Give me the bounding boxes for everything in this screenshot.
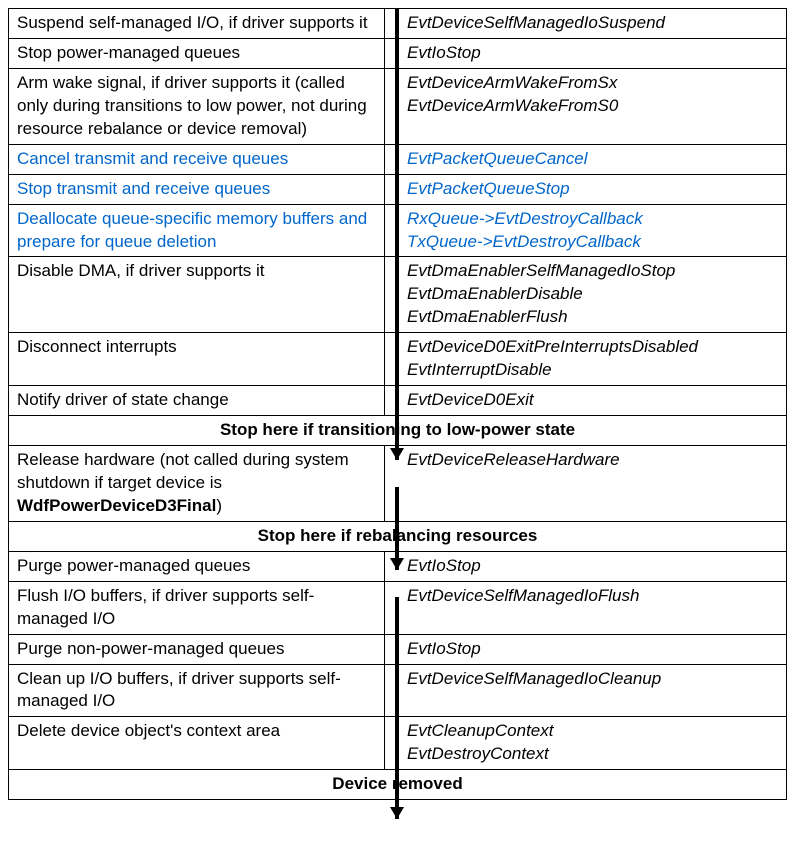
table-row: Stop power-managed queuesEvtIoStop [9, 39, 786, 69]
power-down-sequence-table: Suspend self-managed I/O, if driver supp… [8, 8, 787, 800]
stop-banner: Device removed [9, 770, 786, 799]
text: Release hardware (not called during syst… [17, 450, 349, 492]
table-row: Device removed [9, 770, 786, 799]
callback-name: EvtIoStop [385, 552, 786, 581]
table-row: Delete device object's context areaEvtCl… [9, 717, 786, 770]
stop-banner: Stop here if transitioning to low-power … [9, 416, 786, 445]
table-row: Clean up I/O buffers, if driver supports… [9, 665, 786, 718]
text: ) [216, 496, 222, 515]
table-row: Purge non-power-managed queuesEvtIoStop [9, 635, 786, 665]
stop-banner: Stop here if rebalancing resources [9, 522, 786, 551]
step-description: Disconnect interrupts [9, 333, 385, 385]
step-description: Cancel transmit and receive queues [9, 145, 385, 174]
table-row: Cancel transmit and receive queuesEvtPac… [9, 145, 786, 175]
callback-name: EvtDeviceSelfManagedIoCleanup [385, 665, 786, 717]
step-description: Release hardware (not called during syst… [9, 446, 385, 521]
table-row: Flush I/O buffers, if driver supports se… [9, 582, 786, 635]
callback-name: RxQueue->EvtDestroyCallbackTxQueue->EvtD… [385, 205, 786, 257]
table-row: Disconnect interruptsEvtDeviceD0ExitPreI… [9, 333, 786, 386]
step-description: Deallocate queue-specific memory buffers… [9, 205, 385, 257]
step-description: Disable DMA, if driver supports it [9, 257, 385, 332]
callback-name: EvtDeviceD0ExitPreInterruptsDisabledEvtI… [385, 333, 786, 385]
callback-name: EvtIoStop [385, 635, 786, 664]
callback-name: EvtDmaEnablerSelfManagedIoStopEvtDmaEnab… [385, 257, 786, 332]
table-row: Disable DMA, if driver supports itEvtDma… [9, 257, 786, 333]
callback-name: EvtDeviceSelfManagedIoFlush [385, 582, 786, 634]
table-row: Release hardware (not called during syst… [9, 446, 786, 522]
callback-name: EvtDeviceArmWakeFromSxEvtDeviceArmWakeFr… [385, 69, 786, 144]
step-description: Suspend self-managed I/O, if driver supp… [9, 9, 385, 38]
table-row: Stop transmit and receive queuesEvtPacke… [9, 175, 786, 205]
step-description: Flush I/O buffers, if driver supports se… [9, 582, 385, 634]
step-description: Notify driver of state change [9, 386, 385, 415]
step-description: Delete device object's context area [9, 717, 385, 769]
table-row: Deallocate queue-specific memory buffers… [9, 205, 786, 258]
callback-name: EvtPacketQueueStop [385, 175, 786, 204]
table-row: Suspend self-managed I/O, if driver supp… [9, 9, 786, 39]
step-description: Purge power-managed queues [9, 552, 385, 581]
step-description: Stop transmit and receive queues [9, 175, 385, 204]
step-description: Arm wake signal, if driver supports it (… [9, 69, 385, 144]
callback-name: EvtDeviceD0Exit [385, 386, 786, 415]
step-description: Purge non-power-managed queues [9, 635, 385, 664]
table-row: Arm wake signal, if driver supports it (… [9, 69, 786, 145]
step-description: Stop power-managed queues [9, 39, 385, 68]
table-row: Stop here if transitioning to low-power … [9, 416, 786, 446]
callback-name: EvtIoStop [385, 39, 786, 68]
table-row: Purge power-managed queuesEvtIoStop [9, 552, 786, 582]
callback-name: EvtDeviceSelfManagedIoSuspend [385, 9, 786, 38]
bold-text: WdfPowerDeviceD3Final [17, 496, 216, 515]
table-row: Notify driver of state changeEvtDeviceD0… [9, 386, 786, 416]
table-row: Stop here if rebalancing resources [9, 522, 786, 552]
callback-name: EvtCleanupContextEvtDestroyContext [385, 717, 786, 769]
callback-name: EvtPacketQueueCancel [385, 145, 786, 174]
step-description: Clean up I/O buffers, if driver supports… [9, 665, 385, 717]
callback-name: EvtDeviceReleaseHardware [385, 446, 786, 521]
